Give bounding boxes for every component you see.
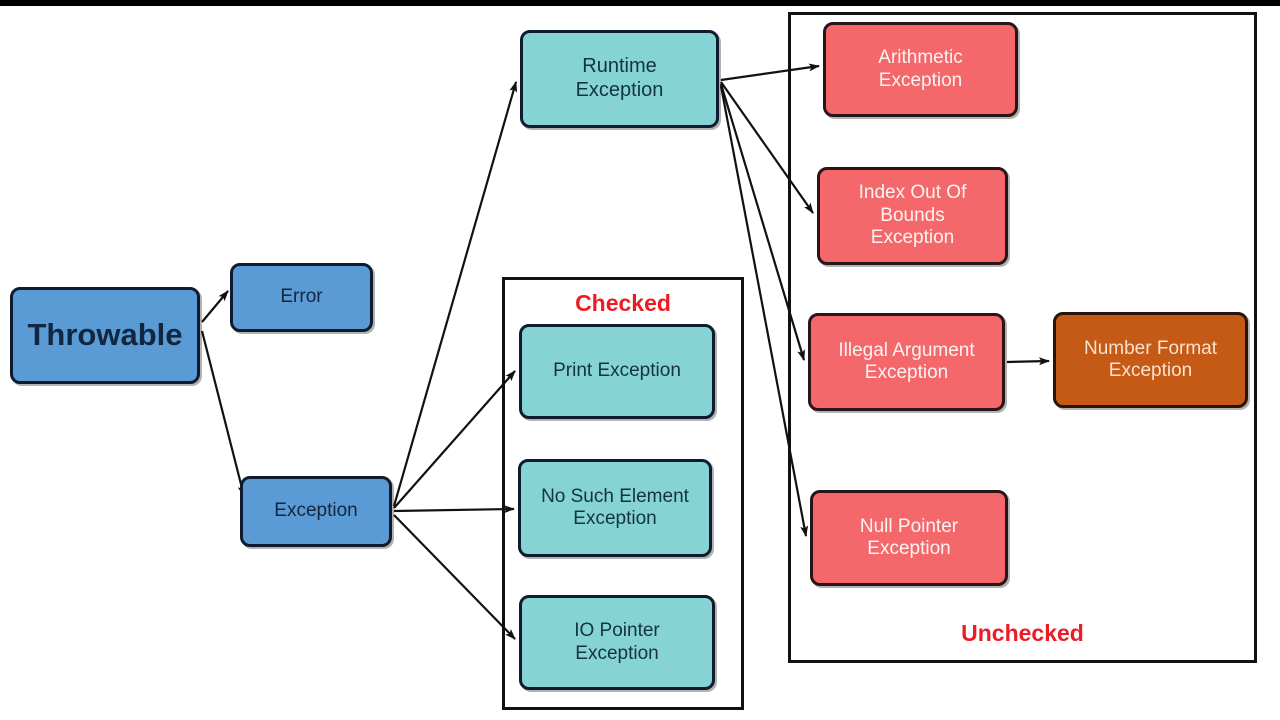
group-label-unchecked: Unchecked	[961, 620, 1084, 646]
edge-throwable-to-exception	[200, 330, 246, 497]
node-no-such-element-exception[interactable]: No Such Element Exception	[518, 459, 712, 557]
node-error[interactable]: Error	[230, 263, 373, 332]
node-throwable[interactable]: Throwable	[10, 287, 200, 384]
edge-exception-to-runtime_exception	[392, 81, 518, 507]
node-index-out-of-bounds-exception[interactable]: Index Out Of Bounds Exception	[817, 167, 1008, 265]
node-illegal-argument-exception[interactable]: Illegal Argument Exception	[808, 313, 1005, 411]
top-black-bar	[0, 0, 1280, 6]
node-io-pointer-exception[interactable]: IO Pointer Exception	[519, 595, 715, 690]
group-label-checked: Checked	[575, 290, 671, 316]
edge-throwable-to-error	[201, 290, 229, 323]
node-number-format-exception[interactable]: Number Format Exception	[1053, 312, 1248, 408]
diagram-canvas: Checked Unchecked Throwable Error Except…	[0, 0, 1280, 720]
edge-exception-to-no_such_element_exception	[393, 505, 515, 514]
node-print-exception[interactable]: Print Exception	[519, 324, 715, 419]
node-runtime-exception[interactable]: Runtime Exception	[520, 30, 719, 128]
edge-exception-to-print_exception	[393, 370, 516, 509]
node-exception[interactable]: Exception	[240, 476, 392, 547]
node-arithmetic-exception[interactable]: Arithmetic Exception	[823, 22, 1018, 117]
edge-exception-to-io_pointer_exception	[393, 514, 516, 640]
node-null-pointer-exception[interactable]: Null Pointer Exception	[810, 490, 1008, 586]
